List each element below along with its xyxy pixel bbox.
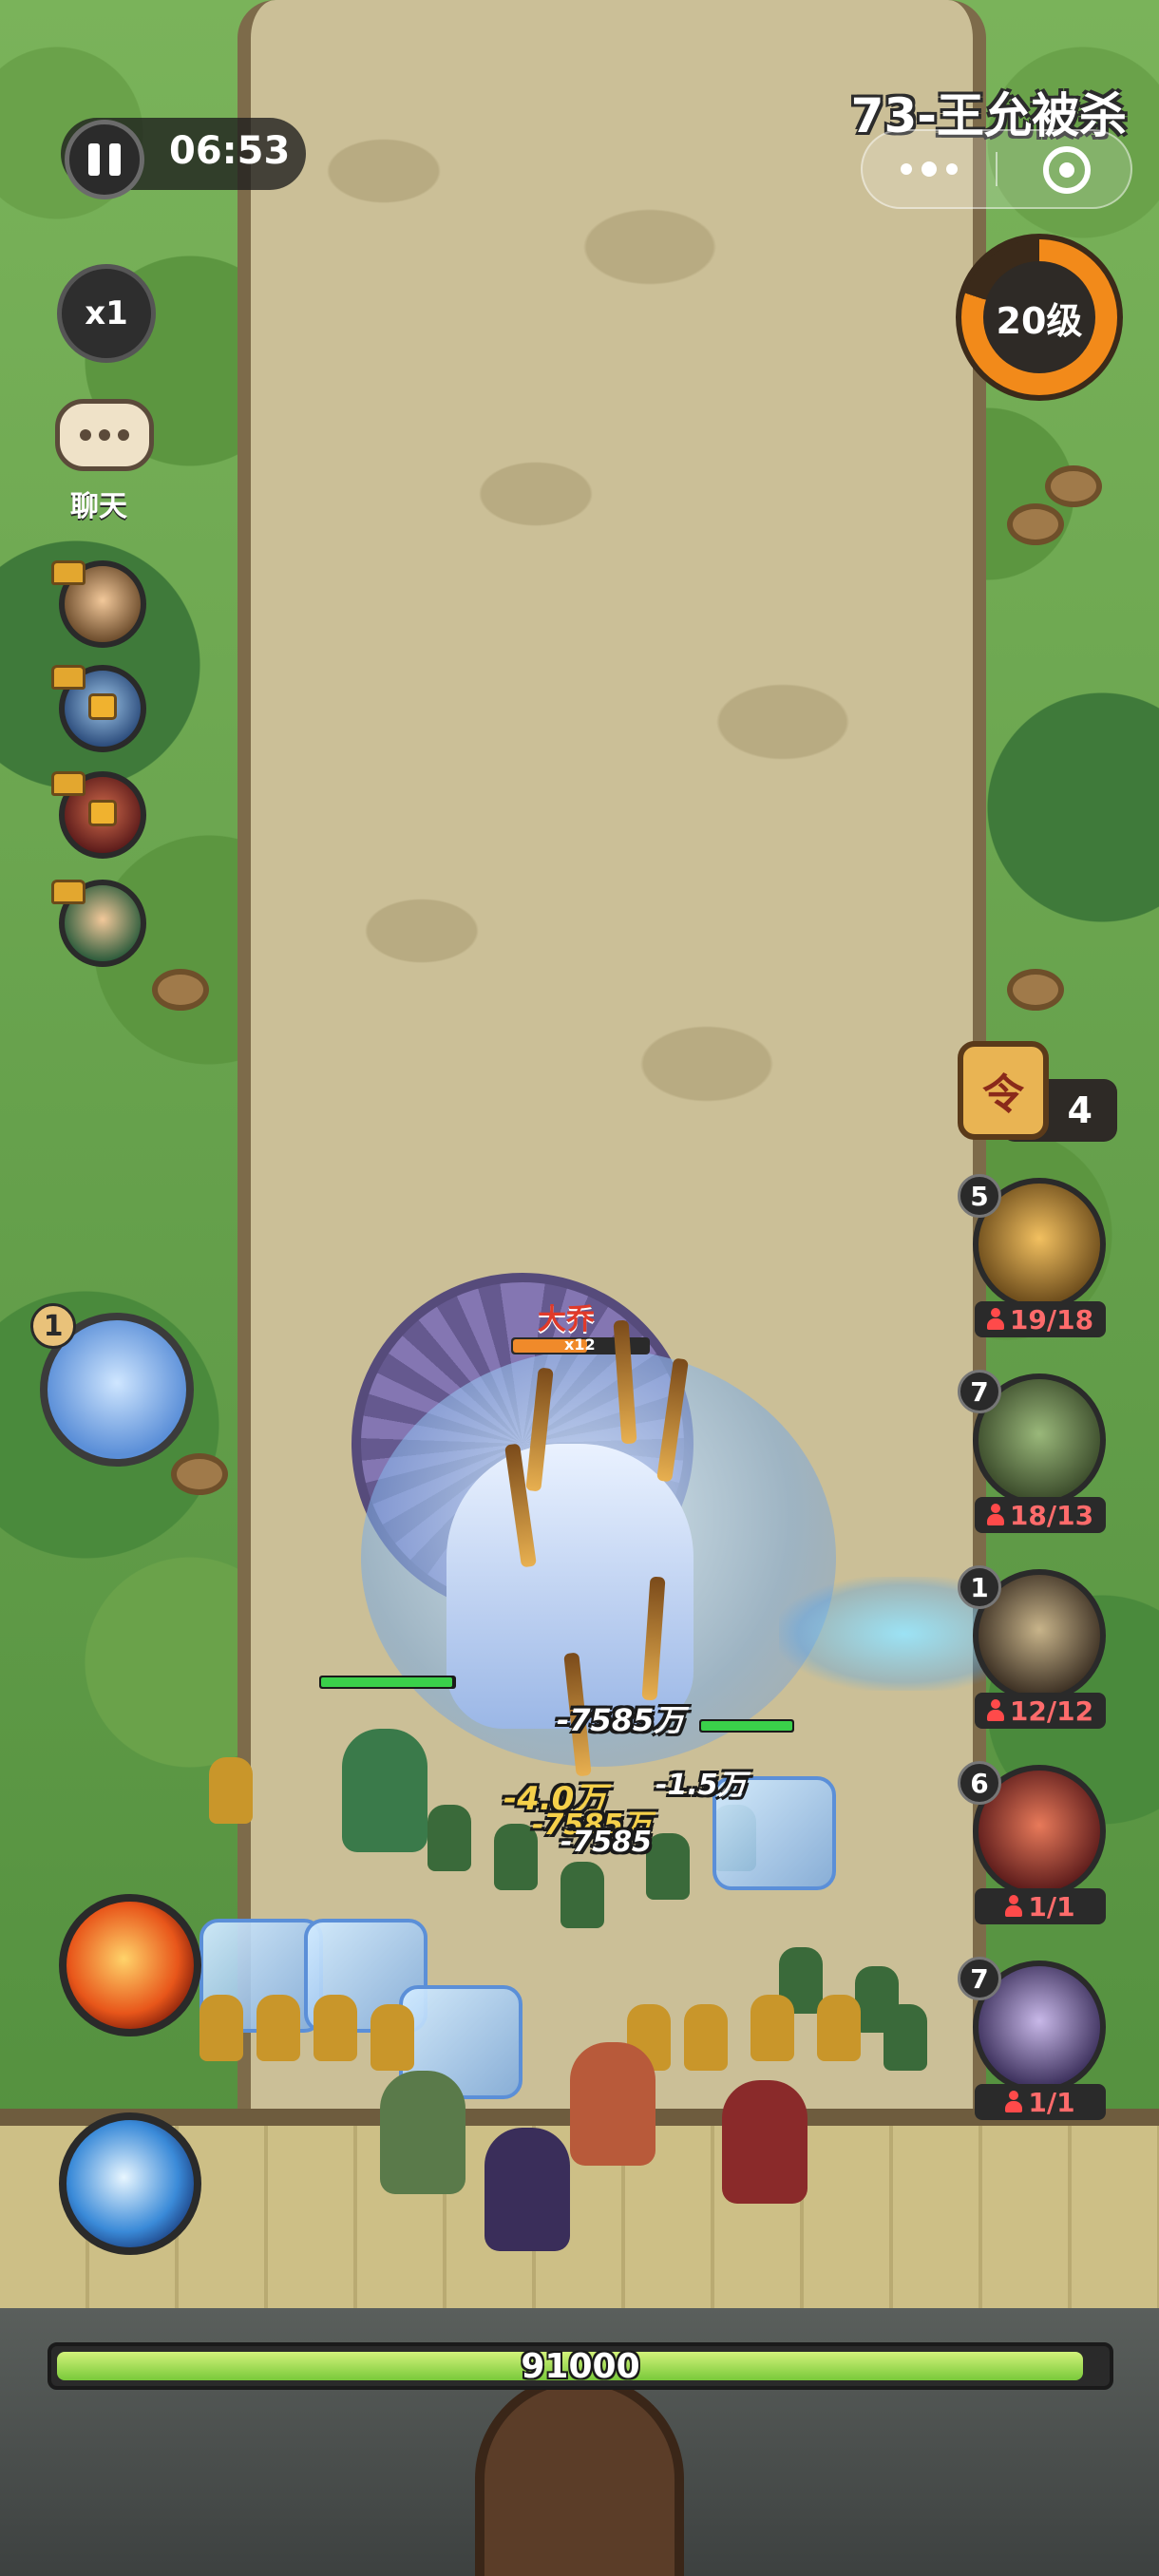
unit-hp-fill bbox=[701, 1721, 792, 1731]
dot-icon bbox=[99, 429, 110, 441]
soldier bbox=[750, 1995, 794, 2061]
soldier bbox=[884, 2004, 927, 2071]
tree-stump bbox=[1045, 465, 1102, 507]
summon-count-badge: 1 bbox=[30, 1303, 76, 1349]
dot-icon bbox=[900, 163, 912, 175]
tree-stump bbox=[152, 969, 209, 1011]
soldier bbox=[370, 2004, 414, 2071]
lock-icon bbox=[88, 693, 117, 720]
unit-count: 19/18 bbox=[975, 1301, 1106, 1337]
fire-hammer-skill-icon[interactable] bbox=[59, 1894, 201, 2036]
unit-level-badge: 7 bbox=[958, 1957, 1001, 2000]
soldier bbox=[646, 1833, 690, 1900]
damage-text: -7585 bbox=[560, 1826, 652, 1859]
level-label: 20级 bbox=[983, 261, 1095, 373]
unit-hp-fill bbox=[321, 1677, 452, 1687]
lightning-effect bbox=[779, 1577, 988, 1691]
dot-icon bbox=[945, 163, 958, 175]
pause-icon bbox=[109, 143, 121, 176]
game-timer: 06:53 bbox=[169, 129, 291, 173]
order-token-icon[interactable]: 令 bbox=[958, 1041, 1049, 1140]
water-wave-skill-icon[interactable] bbox=[59, 2112, 201, 2255]
soldier bbox=[428, 1805, 471, 1871]
wall-hp-value: 91000 bbox=[521, 2346, 640, 2386]
boss-hp-multiplier: x12 bbox=[564, 1335, 596, 1354]
soldier bbox=[817, 1995, 861, 2061]
unit-count: 1/1 bbox=[975, 2084, 1106, 2120]
tree-stump bbox=[1007, 503, 1064, 545]
soldier bbox=[209, 1757, 253, 1824]
tree-stump bbox=[171, 1453, 228, 1495]
crown-icon bbox=[51, 665, 86, 690]
speed-toggle-button[interactable]: x1 bbox=[57, 264, 156, 363]
damage-text: -1.5万 bbox=[656, 1769, 747, 1802]
soldier bbox=[200, 1995, 243, 2061]
dot-icon bbox=[118, 429, 129, 441]
crown-icon bbox=[51, 771, 86, 796]
hero-unit bbox=[342, 1729, 428, 1852]
unit-count: 18/13 bbox=[975, 1497, 1106, 1533]
level-progress-ring[interactable]: 20级 bbox=[956, 234, 1123, 401]
unit-count-text: 19/18 bbox=[1009, 1303, 1094, 1335]
crown-icon bbox=[51, 560, 86, 585]
unit-count: 1/1 bbox=[975, 1888, 1106, 1924]
close-target-icon[interactable] bbox=[1043, 146, 1091, 194]
unit-count: 12/12 bbox=[975, 1693, 1106, 1729]
unit-level-badge: 5 bbox=[958, 1174, 1001, 1218]
person-icon bbox=[986, 1504, 1004, 1526]
soldier bbox=[314, 1995, 357, 2061]
tree-stump bbox=[1007, 969, 1064, 1011]
chat-bubble-icon[interactable] bbox=[55, 399, 154, 471]
unit-count-text: 18/13 bbox=[1009, 1499, 1094, 1531]
dot-icon bbox=[80, 429, 91, 441]
unit-level-badge: 6 bbox=[958, 1761, 1001, 1805]
unit-count-text: 1/1 bbox=[1028, 2086, 1075, 2118]
capsule-divider bbox=[996, 152, 998, 186]
unit-count-text: 12/12 bbox=[1009, 1695, 1094, 1727]
crown-icon bbox=[51, 880, 86, 904]
damage-text: -7585万 bbox=[557, 1702, 685, 1738]
fortress-gate bbox=[475, 2375, 684, 2576]
pause-icon bbox=[88, 143, 100, 176]
hero-unit bbox=[722, 2080, 808, 2204]
lock-icon bbox=[88, 800, 117, 826]
unit-level-badge: 7 bbox=[958, 1370, 1001, 1413]
soldier bbox=[684, 2004, 728, 2071]
hero-unit bbox=[484, 2128, 570, 2251]
unit-level-badge: 1 bbox=[958, 1565, 1001, 1609]
soldier bbox=[560, 1862, 604, 1928]
dot-icon bbox=[921, 161, 937, 177]
person-icon bbox=[986, 1699, 1004, 1722]
person-icon bbox=[1005, 2091, 1023, 2113]
soldier bbox=[256, 1995, 300, 2061]
unit-count-text: 1/1 bbox=[1028, 1890, 1075, 1923]
hero-unit bbox=[380, 2071, 466, 2194]
boss-name: 大乔 bbox=[538, 1303, 595, 1336]
chat-label[interactable]: 聊天 bbox=[70, 483, 127, 524]
person-icon bbox=[1005, 1895, 1023, 1918]
pause-button[interactable] bbox=[65, 120, 144, 199]
dot-icon bbox=[1059, 162, 1074, 178]
person-icon bbox=[986, 1308, 1004, 1331]
hero-unit bbox=[570, 2042, 656, 2166]
more-options-icon[interactable] bbox=[861, 129, 997, 209]
